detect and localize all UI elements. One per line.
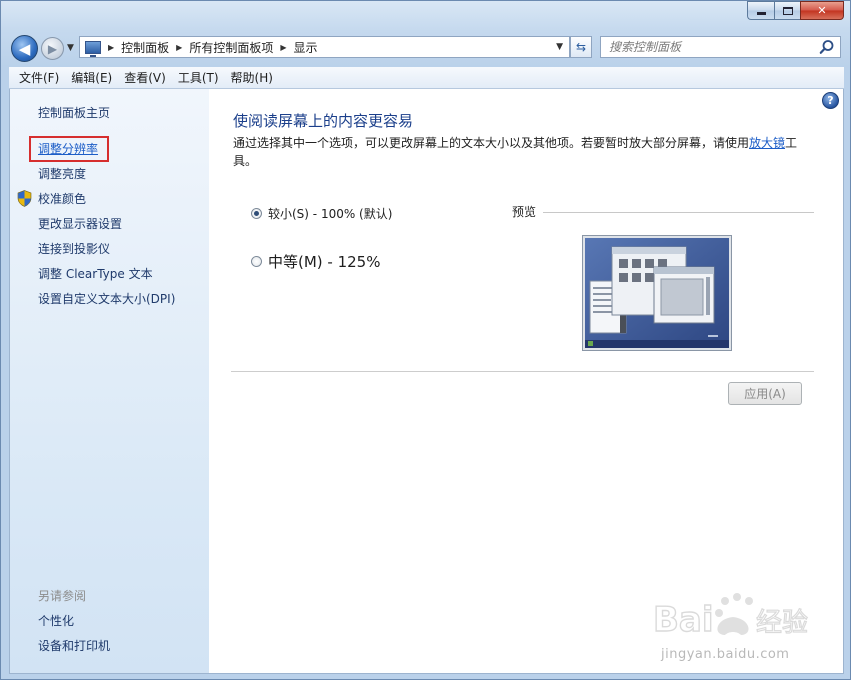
display-preview-image: [582, 235, 732, 351]
minimize-button[interactable]: [747, 1, 774, 20]
preview-divider: [543, 212, 814, 213]
forward-arrow-icon: ▶: [47, 41, 58, 56]
see-also-heading: 另请参阅: [38, 589, 87, 603]
minimize-icon: [756, 12, 766, 15]
sidebar-item-custom-text-size[interactable]: 设置自定义文本大小(DPI): [38, 290, 175, 307]
control-panel-window: ✕ ◀ ▶ ▼ ▶ 控制面板 ▶ 所有控制面板项 ▶ 显示 ▼ ⇆ 文件(F) …: [0, 0, 851, 680]
menu-tools[interactable]: 工具(T): [172, 69, 225, 86]
maximize-button[interactable]: [774, 1, 800, 20]
sidebar-item-personalization[interactable]: 个性化: [38, 612, 74, 629]
content-divider: [231, 371, 814, 372]
sidebar-item-adjust-brightness[interactable]: 调整亮度: [38, 165, 86, 182]
sidebar-item-devices-printers[interactable]: 设备和打印机: [38, 637, 110, 654]
chevron-right-icon[interactable]: ▶: [280, 43, 286, 52]
breadcrumb-all-items[interactable]: 所有控制面板项: [189, 39, 273, 56]
menu-edit[interactable]: 编辑(E): [65, 69, 118, 86]
back-arrow-icon: ◀: [18, 39, 31, 58]
page-description: 通过选择其中一个选项，可以更改屏幕上的文本大小以及其他项。若要暂时放大部分屏幕，…: [233, 134, 813, 170]
sidebar-item-connect-projector[interactable]: 连接到投影仪: [38, 240, 110, 257]
search-input[interactable]: [609, 38, 819, 56]
page-title: 使阅读屏幕上的内容更容易: [233, 112, 414, 130]
sidebar-item-calibrate-color[interactable]: 校准颜色: [38, 190, 86, 207]
close-button[interactable]: ✕: [800, 1, 844, 20]
navigation-bar: ◀ ▶ ▼ ▶ 控制面板 ▶ 所有控制面板项 ▶ 显示 ▼ ⇆: [1, 31, 850, 65]
option-medium-label[interactable]: 中等(M) - 125%: [268, 251, 380, 272]
back-button[interactable]: ◀: [11, 35, 38, 62]
preview-label: 预览: [512, 205, 537, 219]
main-panel: ? 使阅读屏幕上的内容更容易 通过选择其中一个选项，可以更改屏幕上的文本大小以及…: [209, 89, 843, 673]
title-bar[interactable]: ✕: [1, 1, 850, 31]
radio-smaller[interactable]: [251, 208, 262, 219]
help-icon[interactable]: ?: [822, 92, 839, 109]
magnifier-link[interactable]: 放大镜: [749, 136, 785, 150]
sidebar-item-adjust-resolution[interactable]: 调整分辨率: [38, 140, 98, 157]
breadcrumb-control-panel[interactable]: 控制面板: [121, 39, 169, 56]
refresh-icon: ⇆: [575, 40, 587, 54]
breadcrumb-display[interactable]: 显示: [294, 39, 318, 56]
uac-shield-icon: [17, 190, 32, 207]
caption-buttons: ✕: [747, 1, 844, 20]
recent-pages-dropdown[interactable]: ▼: [67, 43, 74, 53]
search-box[interactable]: [600, 36, 841, 58]
radio-medium[interactable]: [251, 256, 262, 267]
control-panel-monitor-icon: [85, 40, 101, 57]
sidebar-item-control-panel-home[interactable]: 控制面板主页: [38, 104, 110, 121]
chevron-right-icon[interactable]: ▶: [176, 43, 182, 52]
sidebar-item-change-display-settings[interactable]: 更改显示器设置: [38, 215, 122, 232]
option-smaller[interactable]: 较小(S) - 100% (默认): [251, 205, 392, 222]
address-dropdown-icon[interactable]: ▼: [556, 42, 563, 52]
baidu-watermark-logo: Bai 经验: [653, 593, 809, 641]
forward-button[interactable]: ▶: [41, 37, 64, 60]
sidebar-item-adjust-cleartype[interactable]: 调整 ClearType 文本: [38, 265, 153, 282]
option-medium[interactable]: 中等(M) - 125%: [251, 251, 380, 272]
baidu-watermark-url: jingyan.baidu.com: [661, 647, 790, 662]
menu-view[interactable]: 查看(V): [118, 69, 172, 86]
content-area: 控制面板主页 调整分辨率 调整亮度 校准颜色 更改显示器设置 连接到投影仪 调整…: [9, 89, 844, 674]
apply-button[interactable]: 应用(A): [728, 382, 802, 405]
maximize-icon: [782, 6, 793, 15]
close-icon: ✕: [817, 4, 827, 17]
task-sidebar: 控制面板主页 调整分辨率 调整亮度 校准颜色 更改显示器设置 连接到投影仪 调整…: [10, 89, 209, 673]
menu-bar: 文件(F) 编辑(E) 查看(V) 工具(T) 帮助(H): [9, 67, 844, 89]
chevron-right-icon[interactable]: ▶: [108, 43, 114, 52]
option-smaller-label[interactable]: 较小(S) - 100% (默认): [268, 205, 392, 222]
refresh-button[interactable]: ⇆: [570, 36, 592, 58]
svg-text:经验: 经验: [756, 608, 808, 638]
search-icon[interactable]: [819, 39, 835, 55]
description-text: 通过选择其中一个选项，可以更改屏幕上的文本大小以及其他项。若要暂时放大部分屏幕，…: [233, 136, 750, 150]
svg-text:Bai: Bai: [653, 600, 714, 640]
address-bar[interactable]: ▶ 控制面板 ▶ 所有控制面板项 ▶ 显示 ▼: [79, 36, 570, 58]
menu-help[interactable]: 帮助(H): [225, 69, 279, 86]
menu-file[interactable]: 文件(F): [13, 69, 65, 86]
